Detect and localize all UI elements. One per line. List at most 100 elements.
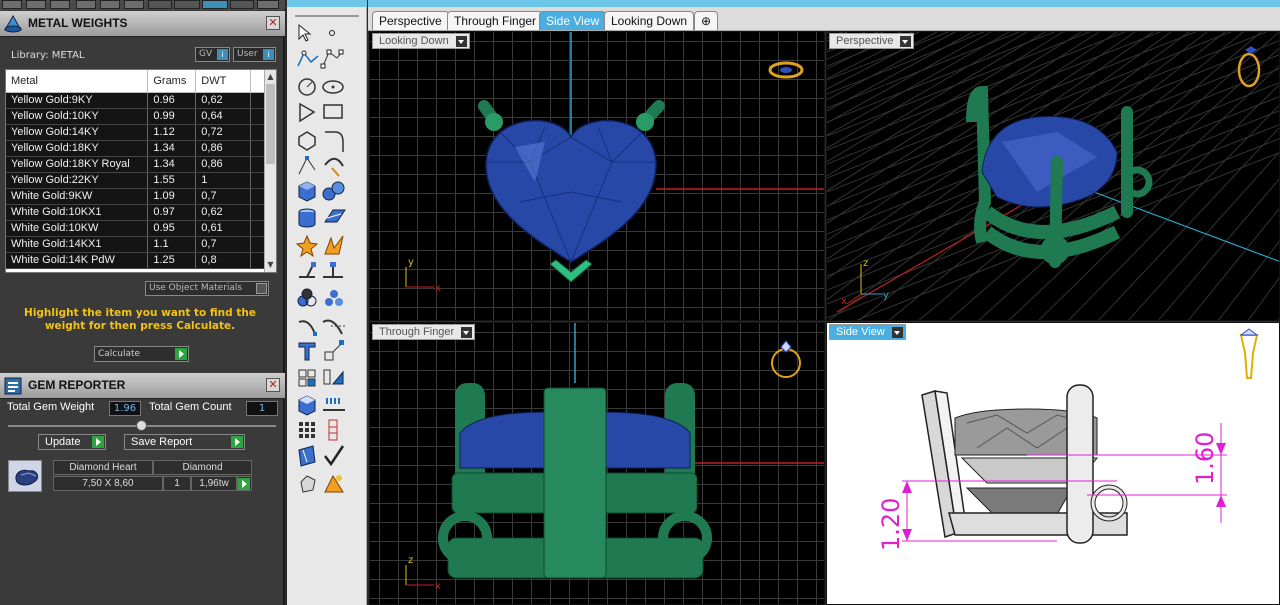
table-row[interactable]: Yellow Gold:10KY 0.99 0,64 <box>6 108 265 125</box>
mirror-icon[interactable] <box>323 369 344 385</box>
group-icon[interactable] <box>298 369 316 387</box>
tab-looking-down[interactable]: Looking Down <box>604 11 695 30</box>
pipe-icon[interactable] <box>322 319 345 335</box>
table-row[interactable]: White Gold:9KW 1.09 0,7 <box>6 188 265 205</box>
scroll-down-icon[interactable]: ▼ <box>266 260 275 270</box>
scroll-up-icon[interactable]: ▲ <box>266 72 275 82</box>
edit-points-icon[interactable] <box>298 156 316 175</box>
column-header[interactable]: DWT <box>195 70 252 93</box>
polygon-icon[interactable] <box>298 131 316 151</box>
fillet-icon[interactable] <box>325 131 344 152</box>
toolbar-icon[interactable] <box>76 0 96 9</box>
toolbar-value[interactable] <box>230 0 254 9</box>
through-finger-canvas: zx <box>370 323 824 604</box>
table-row[interactable]: Yellow Gold:18KY Royal 1.34 0,86 <box>6 156 265 173</box>
viewport-label-looking-down[interactable]: Looking Down <box>372 33 470 49</box>
modeling-toolbar <box>287 0 367 605</box>
checkbox-icon <box>256 283 267 294</box>
box-icon[interactable] <box>298 181 316 202</box>
pave-icon[interactable] <box>323 398 345 411</box>
toolbar-value[interactable] <box>174 0 200 9</box>
table-row[interactable]: Yellow Gold:18KY 1.34 0,86 <box>6 140 265 157</box>
cylinder-icon[interactable] <box>298 208 316 228</box>
slider-knob[interactable] <box>136 420 147 431</box>
viewport-label-perspective[interactable]: Perspective <box>829 33 915 49</box>
flow-icon[interactable] <box>298 445 316 467</box>
table-row[interactable]: White Gold:10KX1 0.97 0,62 <box>6 204 265 221</box>
render-icon[interactable] <box>324 474 344 493</box>
column-header[interactable]: Grams <box>147 70 197 93</box>
ellipse-icon[interactable] <box>322 80 344 94</box>
metal-table[interactable]: Metal Grams DWT Yellow Gold:9KY 0.96 0,62 Y… <box>5 69 277 273</box>
scale-icon[interactable] <box>324 340 344 361</box>
viewport-through-finger[interactable]: zx Through Finger <box>369 322 825 605</box>
array-icon[interactable] <box>325 290 343 306</box>
add-tab-icon[interactable]: ⊕ <box>694 11 718 30</box>
use-object-materials-checkbox[interactable]: Use Object Materials <box>145 281 269 296</box>
toolbar-value[interactable] <box>202 0 228 9</box>
viewport-looking-down[interactable]: yx Looking Down <box>369 31 825 321</box>
toolbar-icon[interactable] <box>257 0 279 9</box>
rectangle-icon[interactable] <box>323 104 343 119</box>
boolean-icon[interactable] <box>297 288 317 307</box>
scroll-thumb[interactable] <box>266 84 275 164</box>
dwt-cell: 0,61 <box>195 220 252 237</box>
viewport-perspective[interactable]: z x y Perspective <box>826 31 1280 321</box>
table-row[interactable]: Yellow Gold:14KY 1.12 0,72 <box>6 124 265 141</box>
gem-list-row[interactable]: Diamond Heart Diamond 7,50 X 8,60 1 1,96… <box>5 457 277 493</box>
gv-toggle[interactable]: GV i <box>195 47 230 62</box>
table-row[interactable]: White Gold:14KX1 1.1 0,7 <box>6 236 265 253</box>
metal-name-cell: White Gold:9KW <box>6 188 149 205</box>
library-label: Library: METAL <box>11 50 85 61</box>
circle-icon[interactable] <box>298 78 316 96</box>
toolbar-icon[interactable] <box>26 0 46 9</box>
column-header[interactable]: Metal <box>6 70 149 93</box>
point-icon[interactable] <box>329 30 335 36</box>
rail-tool-icon[interactable] <box>323 262 343 278</box>
grams-cell: 0.99 <box>147 108 197 125</box>
loft-icon[interactable] <box>324 209 346 223</box>
sphere-icon[interactable] <box>322 181 345 201</box>
solid-box-icon[interactable] <box>298 395 316 416</box>
table-row[interactable]: Yellow Gold:22KY 1.55 1 <box>6 172 265 189</box>
viewport-label-through-finger[interactable]: Through Finger <box>372 324 476 340</box>
toolbar-icon[interactable] <box>100 0 120 9</box>
toolbar-icon[interactable] <box>2 0 22 9</box>
gem-icon[interactable] <box>300 475 316 493</box>
curve-points-icon[interactable] <box>320 49 344 69</box>
total-gem-weight-value: 1.96 <box>109 401 141 416</box>
prong-tool-icon[interactable] <box>299 262 316 278</box>
viewport-side-view[interactable]: 1.20 1.60 Side View <box>826 322 1280 605</box>
user-toggle[interactable]: User i <box>233 47 276 62</box>
grid-array-icon[interactable] <box>299 422 315 438</box>
report-slider[interactable] <box>8 420 276 431</box>
bend-icon[interactable] <box>324 157 344 177</box>
viewport-label-side-view[interactable]: Side View <box>829 324 906 340</box>
tab-side-view[interactable]: Side View <box>539 11 607 30</box>
table-row[interactable]: White Gold:10KW 0.95 0,61 <box>6 220 265 237</box>
tab-perspective[interactable]: Perspective <box>372 11 449 30</box>
table-scrollbar[interactable]: ▲ ▼ <box>264 70 276 272</box>
toolbar-icon[interactable] <box>50 0 70 9</box>
toolbar-icon[interactable] <box>124 0 144 9</box>
check-icon[interactable] <box>324 445 345 467</box>
polyline-icon[interactable] <box>297 50 319 67</box>
toolbar-value[interactable] <box>148 0 172 9</box>
table-row[interactable]: Yellow Gold:9KY 0.96 0,62 <box>6 92 265 109</box>
text-icon[interactable] <box>298 342 316 361</box>
arc-icon[interactable] <box>299 102 316 123</box>
close-icon[interactable]: ✕ <box>266 16 280 30</box>
calculate-button[interactable]: Calculate <box>94 346 189 362</box>
explode-icon[interactable] <box>324 235 344 255</box>
close-icon[interactable]: ✕ <box>266 378 280 392</box>
dropdown-icon <box>900 36 912 47</box>
save-report-button[interactable]: Save Report <box>124 434 245 450</box>
gem-play-button[interactable] <box>237 476 252 491</box>
table-row[interactable]: White Gold:14K PdW 1.25 0,8 <box>6 252 265 269</box>
select-arrow-icon[interactable] <box>298 23 312 42</box>
tab-through-finger[interactable]: Through Finger <box>447 11 544 30</box>
gem-burst-icon[interactable] <box>295 234 319 258</box>
gem-seat-icon[interactable] <box>328 419 338 441</box>
curve-on-surface-icon[interactable] <box>298 320 317 336</box>
update-button[interactable]: Update <box>38 434 106 450</box>
